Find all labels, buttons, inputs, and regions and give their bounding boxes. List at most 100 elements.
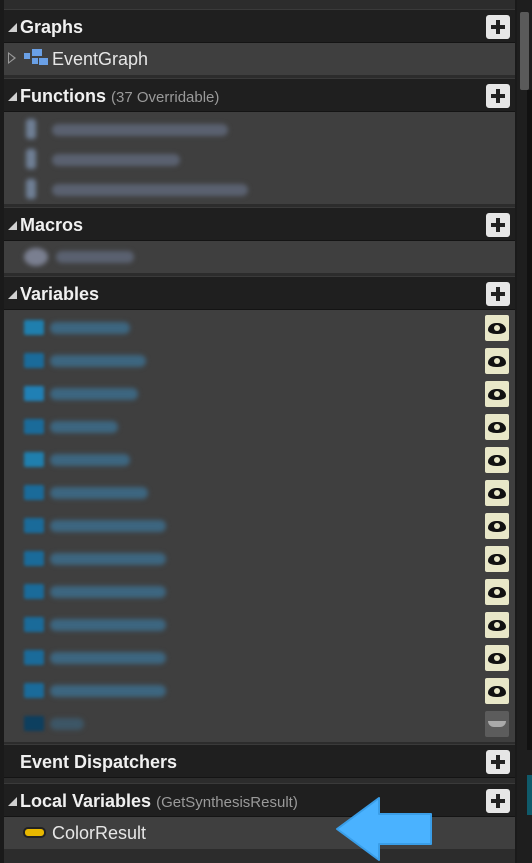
collapse-triangle-icon[interactable] — [8, 797, 17, 806]
variable-item[interactable] — [4, 345, 515, 377]
eye-icon — [488, 587, 506, 598]
collapse-triangle-icon[interactable] — [8, 290, 17, 299]
add-function-button[interactable] — [486, 84, 510, 108]
graphs-title: Graphs — [20, 17, 84, 37]
variable-item[interactable] — [4, 444, 515, 476]
eye-icon — [488, 389, 506, 400]
variable-item[interactable] — [4, 378, 515, 410]
visibility-toggle-button[interactable] — [485, 612, 509, 638]
collapse-triangle-icon[interactable] — [8, 92, 17, 101]
variable-item[interactable] — [4, 576, 515, 608]
variable-item[interactable] — [4, 477, 515, 509]
macros-title: Macros — [20, 215, 84, 235]
visibility-toggle-button[interactable] — [485, 579, 509, 605]
blurred-variable-name — [50, 322, 130, 334]
variables-list — [4, 310, 515, 742]
function-icon — [26, 149, 36, 169]
collapse-triangle-icon[interactable] — [8, 221, 17, 230]
visibility-toggle-button[interactable] — [485, 711, 509, 737]
variable-item[interactable] — [4, 609, 515, 641]
blurred-function-name — [52, 184, 248, 196]
variable-item[interactable] — [4, 510, 515, 542]
struct-variable-icon — [23, 827, 46, 838]
expand-arrow-icon[interactable] — [8, 52, 16, 64]
visibility-toggle-button[interactable] — [485, 645, 509, 671]
blurred-macro-name — [56, 251, 134, 263]
visibility-toggle-button[interactable] — [485, 348, 509, 374]
variable-item[interactable] — [4, 312, 515, 344]
functions-title: Functions (37 Overridable) — [20, 86, 219, 107]
local-variables-title-text: Local Variables — [20, 791, 152, 811]
pointer-arrow-icon — [336, 797, 432, 861]
visibility-toggle-button[interactable] — [485, 480, 509, 506]
variable-type-icon — [24, 518, 44, 533]
local-variables-title: Local Variables (GetSynthesisResult) — [20, 791, 298, 812]
variable-type-icon — [24, 353, 44, 368]
variable-item[interactable] — [4, 411, 515, 443]
local-variable-item-colorresult[interactable]: ColorResult — [4, 817, 515, 849]
variable-type-icon — [24, 584, 44, 599]
variable-type-icon — [24, 419, 44, 434]
variable-item[interactable] — [4, 642, 515, 674]
add-event-dispatcher-button[interactable] — [486, 750, 510, 774]
graph-item-eventgraph[interactable]: EventGraph — [4, 43, 515, 75]
add-local-variable-button[interactable] — [486, 789, 510, 813]
variable-item[interactable] — [4, 543, 515, 575]
adjacent-panel-edge-accent — [527, 775, 532, 815]
variable-item[interactable] — [4, 708, 515, 740]
blurred-variable-name — [50, 355, 146, 367]
variables-section-header[interactable]: Variables — [4, 276, 515, 310]
blurred-function-name — [52, 124, 228, 136]
function-item[interactable] — [4, 114, 515, 146]
eye-icon — [488, 488, 506, 499]
add-variable-button[interactable] — [486, 282, 510, 306]
collapse-triangle-icon[interactable] — [8, 23, 17, 32]
blurred-variable-name — [50, 487, 148, 499]
function-icon — [26, 119, 36, 139]
eye-icon — [488, 455, 506, 466]
blurred-variable-name — [50, 685, 166, 697]
blurred-variable-name — [50, 388, 138, 400]
add-macro-button[interactable] — [486, 213, 510, 237]
scrollbar-thumb[interactable] — [520, 12, 529, 90]
variable-type-icon — [24, 386, 44, 401]
local-variables-list: ColorResult — [4, 817, 515, 849]
visibility-toggle-button[interactable] — [485, 678, 509, 704]
event-dispatchers-section-header[interactable]: Event Dispatchers — [4, 744, 515, 778]
blurred-variable-name — [50, 652, 166, 664]
local-variables-section-header[interactable]: Local Variables (GetSynthesisResult) — [4, 783, 515, 817]
eye-icon — [488, 653, 506, 664]
adjacent-panel-edge — [527, 90, 532, 750]
macro-item[interactable] — [4, 241, 515, 273]
visibility-toggle-button[interactable] — [485, 381, 509, 407]
variable-item[interactable] — [4, 675, 515, 707]
visibility-toggle-button[interactable] — [485, 414, 509, 440]
macros-list — [4, 241, 515, 273]
variable-type-icon — [24, 716, 44, 731]
local-variables-function-name: (GetSynthesisResult) — [156, 794, 298, 811]
function-item[interactable] — [4, 144, 515, 176]
visibility-toggle-button[interactable] — [485, 315, 509, 341]
variable-type-icon — [24, 485, 44, 500]
variable-type-icon — [24, 320, 44, 335]
blurred-variable-name — [50, 586, 166, 598]
eye-closed-icon — [488, 721, 506, 727]
blurred-variable-name — [50, 421, 118, 433]
local-variable-label: ColorResult — [52, 823, 147, 843]
blurred-variable-name — [50, 718, 84, 730]
add-graph-button[interactable] — [486, 15, 510, 39]
variable-type-icon — [24, 452, 44, 467]
visibility-toggle-button[interactable] — [485, 447, 509, 473]
visibility-toggle-button[interactable] — [485, 513, 509, 539]
function-item[interactable] — [4, 174, 515, 206]
blurred-variable-name — [50, 619, 166, 631]
graph-item-label: EventGraph — [52, 49, 149, 69]
functions-section-header[interactable]: Functions (37 Overridable) — [4, 78, 515, 112]
eye-icon — [488, 686, 506, 697]
blurred-variable-name — [50, 553, 166, 565]
visibility-toggle-button[interactable] — [485, 546, 509, 572]
macros-section-header[interactable]: Macros — [4, 207, 515, 241]
macro-icon — [24, 248, 48, 266]
graphs-list: EventGraph — [4, 43, 515, 75]
graphs-section-header[interactable]: Graphs — [4, 9, 515, 43]
